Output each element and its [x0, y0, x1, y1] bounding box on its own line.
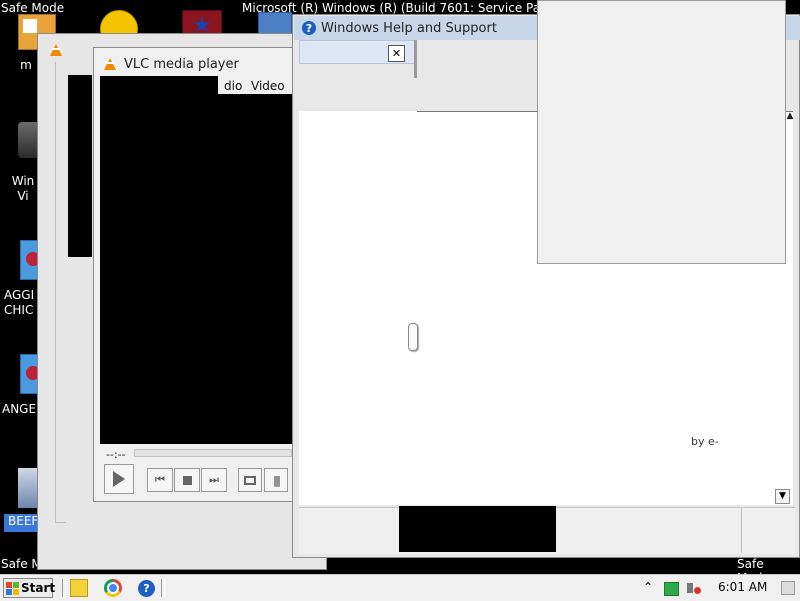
- network-tray-icon[interactable]: [664, 582, 679, 596]
- chrome-icon[interactable]: [104, 579, 122, 597]
- help-icon: ?: [302, 21, 316, 35]
- background-window-frame: [55, 62, 66, 523]
- vlc-next-button[interactable]: ⏭: [201, 468, 227, 492]
- taskbar-separator: [62, 579, 66, 597]
- desktop-icon-label-2: Win Vi: [11, 174, 35, 203]
- vlc-menu-audio[interactable]: dio: [224, 79, 242, 93]
- overlay-panel: [537, 0, 786, 264]
- equalizer-icon: |||: [272, 473, 281, 487]
- next-icon: ⏭: [209, 473, 219, 486]
- close-icon: ✕: [391, 47, 402, 60]
- previous-icon: ⏮: [155, 473, 165, 486]
- show-desktop-icon[interactable]: [781, 581, 795, 595]
- vlc-play-button[interactable]: [104, 464, 134, 494]
- desktop-icon-label-1: m: [20, 58, 32, 72]
- windows-logo-icon: [6, 581, 19, 595]
- rendering-artifact-block: [399, 506, 556, 552]
- help-close-tab-button[interactable]: ✕: [388, 45, 405, 62]
- safe-mode-label-top-left: Safe Mode: [1, 1, 65, 15]
- vlc-cone-icon: [104, 58, 116, 70]
- taskbar: Start ? ⌃ 6:01 AM: [0, 574, 800, 601]
- vlc-elapsed-time: --:--: [106, 448, 126, 461]
- taskbar-clock[interactable]: 6:01 AM: [718, 580, 767, 594]
- play-icon: [113, 471, 125, 487]
- help-byline-text: by e-: [691, 435, 719, 448]
- help-taskbar-icon[interactable]: ?: [138, 580, 155, 597]
- chevron-down-icon: ▼: [779, 491, 786, 501]
- stop-icon: [182, 475, 192, 485]
- start-label: Start: [21, 581, 56, 595]
- help-scroll-down-button[interactable]: ▼: [775, 489, 790, 504]
- help-footer-divider: [741, 507, 742, 553]
- chrome-center-icon: [107, 582, 119, 594]
- background-window-video-area: [68, 75, 92, 257]
- taskbar-separator: [161, 579, 165, 597]
- quicklaunch-app-icon[interactable]: [70, 579, 88, 597]
- vlc-video-area: [100, 94, 292, 444]
- desktop-icon-label-4: ANGE: [2, 402, 37, 416]
- start-button[interactable]: Start: [3, 578, 56, 598]
- help-window-title: Windows Help and Support: [321, 21, 497, 36]
- vlc-seek-bar[interactable]: [134, 449, 292, 457]
- vlc-stop-button[interactable]: [174, 468, 200, 492]
- fullscreen-icon: [244, 475, 256, 485]
- vlc-equalizer-button[interactable]: |||: [264, 468, 288, 492]
- vlc-previous-button[interactable]: ⏮: [147, 468, 173, 492]
- vlc-cone-icon-back: [50, 44, 62, 56]
- folder-icon: [23, 19, 37, 33]
- tray-expand-icon[interactable]: ⌃: [643, 580, 653, 594]
- vlc-window[interactable]: VLC media player dio Video --:-- ⏮ ⏭ |||: [93, 47, 293, 502]
- help-divider: [414, 40, 417, 78]
- safe-mode-label-bottom-left: Safe M: [1, 557, 42, 571]
- volume-muted-icon[interactable]: [687, 581, 701, 595]
- vlc-fullscreen-button[interactable]: [238, 468, 262, 492]
- vlc-window-title: VLC media player: [124, 57, 239, 72]
- vlc-menu-video[interactable]: Video: [251, 79, 285, 93]
- mouse-scroll-cursor-icon: [408, 323, 418, 351]
